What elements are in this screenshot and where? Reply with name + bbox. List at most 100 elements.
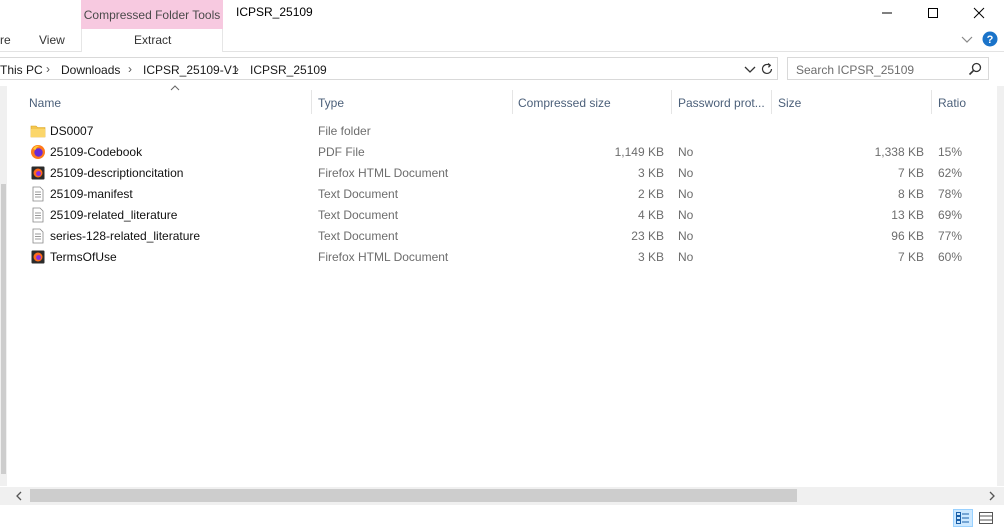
address-row: This PC › Downloads › ICPSR_25109-V1 › I… bbox=[0, 56, 1004, 82]
file-compressed-size: 3 KB bbox=[637, 166, 664, 180]
file-row[interactable]: 25109-Codebook PDF File 1,149 KB No 1,338 KB… bbox=[8, 142, 996, 163]
file-ratio: 77% bbox=[938, 229, 963, 243]
scroll-left-button[interactable] bbox=[12, 489, 26, 502]
file-row[interactable]: TermsOfUse Firefox HTML Document 3 KB No 7 K… bbox=[8, 247, 996, 268]
address-history-button[interactable] bbox=[742, 61, 758, 77]
file-password-protected: No bbox=[678, 166, 694, 180]
column-name[interactable]: Name bbox=[29, 90, 61, 114]
file-size: 1,338 KB bbox=[874, 145, 924, 159]
horizontal-scrollbar-thumb[interactable] bbox=[30, 489, 797, 502]
file-ratio: 60% bbox=[938, 250, 963, 264]
file-name[interactable]: 25109-descriptioncitation bbox=[50, 166, 183, 180]
tab-extract[interactable]: Extract bbox=[134, 33, 171, 47]
file-type: PDF File bbox=[318, 145, 365, 159]
column-compressed-size[interactable]: Compressed size bbox=[518, 90, 611, 114]
file-password-protected: No bbox=[678, 229, 694, 243]
search-box[interactable]: Search ICPSR_25109 bbox=[787, 57, 989, 80]
breadcrumb-separator-icon[interactable]: › bbox=[46, 62, 50, 76]
column-divider[interactable] bbox=[931, 90, 932, 114]
breadcrumb-this-pc[interactable]: This PC bbox=[0, 63, 43, 77]
file-row[interactable]: 25109-related_literature Text Document 4 K… bbox=[8, 205, 996, 226]
large-icons-view-button[interactable] bbox=[976, 509, 996, 527]
refresh-icon bbox=[761, 63, 773, 75]
column-divider[interactable] bbox=[671, 90, 672, 114]
navigation-pane-edge bbox=[0, 86, 7, 486]
sort-ascending-icon bbox=[170, 85, 180, 91]
minimize-button[interactable] bbox=[864, 0, 910, 26]
file-name[interactable]: series-128-related_literature bbox=[50, 229, 200, 243]
firefox-html-icon bbox=[30, 165, 46, 181]
breadcrumb-separator-icon[interactable]: › bbox=[235, 62, 239, 76]
column-header-row: Name Type Compressed size Password prot.… bbox=[8, 85, 996, 114]
file-type: Text Document bbox=[318, 229, 399, 243]
column-ratio[interactable]: Ratio bbox=[938, 90, 966, 114]
vertical-scrollbar-thumb[interactable] bbox=[1, 184, 6, 474]
file-compressed-size: 3 KB bbox=[637, 250, 664, 264]
file-type: File folder bbox=[318, 124, 371, 138]
column-type[interactable]: Type bbox=[318, 90, 344, 114]
file-name[interactable]: DS0007 bbox=[50, 124, 93, 138]
details-view-button[interactable] bbox=[953, 509, 973, 527]
help-button[interactable]: ? bbox=[982, 31, 998, 50]
svg-text:?: ? bbox=[987, 34, 994, 46]
file-name[interactable]: 25109-manifest bbox=[50, 187, 133, 201]
text-document-icon bbox=[30, 228, 46, 244]
file-size: 13 KB bbox=[891, 208, 924, 222]
file-compressed-size: 2 KB bbox=[637, 187, 664, 201]
horizontal-scrollbar[interactable] bbox=[0, 487, 1004, 504]
chevron-down-icon bbox=[744, 66, 756, 73]
maximize-button[interactable] bbox=[910, 0, 956, 26]
help-icon: ? bbox=[982, 31, 998, 47]
file-row[interactable]: series-128-related_literature Text Docume… bbox=[8, 226, 996, 247]
file-compressed-size: 23 KB bbox=[631, 229, 664, 243]
search-placeholder[interactable]: Search ICPSR_25109 bbox=[796, 63, 914, 77]
file-password-protected: No bbox=[678, 250, 694, 264]
file-ratio: 69% bbox=[938, 208, 963, 222]
file-ratio: 62% bbox=[938, 166, 963, 180]
column-password-protected[interactable]: Password prot... bbox=[678, 90, 765, 114]
large-icons-view-icon bbox=[979, 512, 993, 524]
column-size[interactable]: Size bbox=[778, 90, 801, 114]
breadcrumb-separator-icon[interactable]: › bbox=[128, 62, 132, 76]
file-name[interactable]: 25109-related_literature bbox=[50, 208, 177, 222]
file-size: 8 KB bbox=[897, 187, 924, 201]
file-compressed-size: 4 KB bbox=[637, 208, 664, 222]
file-size: 96 KB bbox=[891, 229, 924, 243]
file-row[interactable]: 25109-descriptioncitation Firefox HTML Do… bbox=[8, 163, 996, 184]
column-divider[interactable] bbox=[311, 90, 312, 114]
tab-share[interactable]: re bbox=[0, 33, 11, 47]
file-name[interactable]: TermsOfUse bbox=[50, 250, 117, 264]
refresh-button[interactable] bbox=[759, 61, 775, 77]
address-bar[interactable]: This PC › Downloads › ICPSR_25109-V1 › I… bbox=[0, 57, 778, 80]
chevron-right-icon bbox=[989, 491, 995, 500]
tab-view[interactable]: View bbox=[39, 33, 65, 47]
search-icon[interactable] bbox=[968, 62, 982, 79]
close-button[interactable] bbox=[956, 0, 1002, 26]
folder-icon bbox=[30, 123, 46, 139]
file-type: Text Document bbox=[318, 187, 399, 201]
file-name[interactable]: 25109-Codebook bbox=[50, 145, 142, 159]
expand-ribbon-button[interactable] bbox=[961, 33, 973, 47]
column-divider[interactable] bbox=[771, 90, 772, 114]
file-type: Text Document bbox=[318, 208, 399, 222]
ribbon-tabs: re View Extract ? bbox=[0, 29, 1004, 52]
file-row[interactable]: DS0007 File folder bbox=[8, 121, 996, 142]
title-bar: Compressed Folder Tools ICPSR_25109 bbox=[0, 0, 1004, 30]
vertical-scrollbar[interactable] bbox=[997, 86, 1004, 486]
status-bar bbox=[0, 504, 1004, 529]
breadcrumb-icpsr-v1[interactable]: ICPSR_25109-V1 bbox=[143, 63, 238, 77]
file-password-protected: No bbox=[678, 145, 694, 159]
compressed-folder-tools-tab[interactable]: Compressed Folder Tools bbox=[81, 0, 223, 29]
file-row[interactable]: 25109-manifest Text Document 2 KB No 8 KB 78% bbox=[8, 184, 996, 205]
scroll-right-button[interactable] bbox=[985, 489, 999, 502]
file-ratio: 15% bbox=[938, 145, 963, 159]
breadcrumb-icpsr[interactable]: ICPSR_25109 bbox=[250, 63, 327, 77]
firefox-pdf-icon bbox=[30, 144, 46, 160]
column-divider[interactable] bbox=[512, 90, 513, 114]
file-compressed-size: 1,149 KB bbox=[614, 145, 664, 159]
breadcrumb-downloads[interactable]: Downloads bbox=[61, 63, 120, 77]
file-password-protected: No bbox=[678, 187, 694, 201]
details-view-icon bbox=[956, 512, 969, 524]
file-size: 7 KB bbox=[897, 250, 924, 264]
file-type: Firefox HTML Document bbox=[318, 250, 449, 264]
